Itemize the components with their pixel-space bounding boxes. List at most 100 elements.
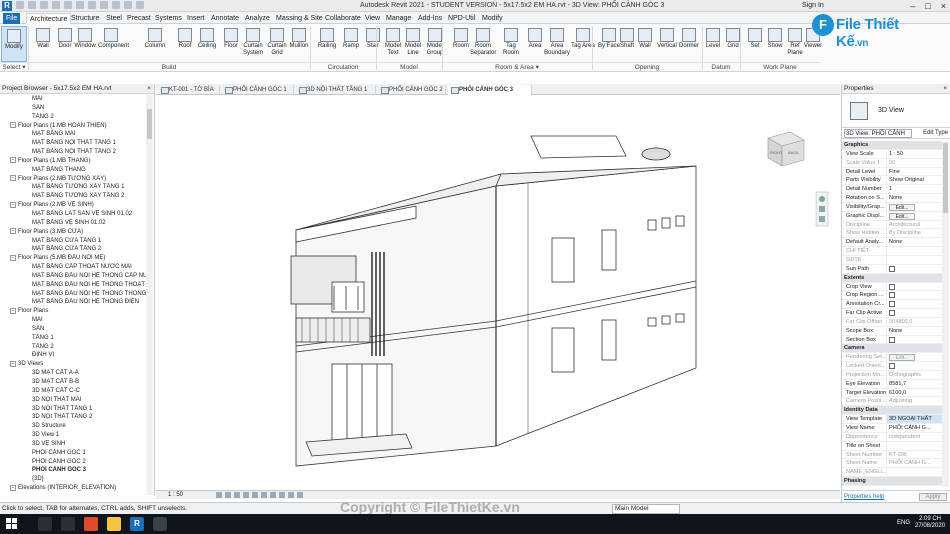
redo-icon[interactable] (52, 1, 60, 9)
property-value[interactable]: 3D NGOẠI THẤT (887, 415, 943, 423)
ribbon-tab-npd-util[interactable]: NPD-Util (445, 13, 478, 24)
open-icon[interactable] (16, 1, 24, 9)
browser-item[interactable]: MẶT BẰNG CẤP THOÁT NƯỚC MÁI (0, 263, 146, 272)
ribbon-button-column[interactable]: Column (142, 26, 168, 62)
browser-item[interactable]: ĐỊNH VỊ (0, 351, 146, 360)
language-indicator[interactable]: ENG (897, 520, 910, 526)
navigation-bar[interactable] (815, 191, 829, 227)
browser-item[interactable]: 3D NỘI THẤT TẦNG 1 (0, 405, 146, 414)
properties-scrollbar[interactable] (942, 141, 949, 487)
property-checkbox[interactable] (889, 292, 895, 299)
3d-view-icon[interactable] (100, 1, 108, 9)
browser-group[interactable]: − Floor Plans (3.MB CỬA) (0, 228, 146, 237)
close-hidden-icon[interactable] (136, 1, 144, 9)
browser-group[interactable]: − Floor Plans (1.MB HOÀN THIỆN) (0, 121, 146, 131)
active-model-select[interactable]: Main Model (612, 504, 680, 514)
property-category[interactable]: Identity Data (842, 406, 943, 416)
browser-item[interactable]: 3D Structure (0, 422, 146, 431)
ribbon-tab-precast[interactable]: Precast (124, 13, 154, 24)
apply-button[interactable]: Apply (919, 493, 947, 501)
measure-icon[interactable] (76, 1, 84, 9)
steering-wheel-icon[interactable] (819, 196, 825, 202)
revit-taskbar-icon[interactable]: R (130, 517, 144, 531)
ribbon-button-curtain-system[interactable]: Curtain System (240, 26, 266, 62)
sun-path-icon[interactable] (234, 492, 240, 498)
orbit-icon[interactable] (819, 216, 825, 222)
browser-item[interactable]: 3D MẶT CẮT B-B (0, 378, 146, 387)
ribbon-tab-collaborate[interactable]: Collaborate (322, 13, 364, 24)
property-category[interactable]: Extents (842, 273, 943, 283)
app-icon[interactable] (153, 517, 167, 531)
collapse-toggle-icon[interactable]: − (10, 157, 16, 164)
scrollbar-thumb[interactable] (943, 143, 948, 213)
property-checkbox[interactable] (889, 301, 895, 308)
show-crop-icon[interactable] (270, 492, 276, 498)
building-model[interactable]: RIGHT BACK (156, 96, 840, 490)
browser-group[interactable]: − Floor Plans (2.MB TƯỜNG XÂY) (0, 175, 146, 184)
browser-group[interactable]: − Floor Plans (5.MB ĐẤU NỐI ME) (0, 254, 146, 263)
browser-item[interactable]: 3D NỘI THẤT TẦNG 2 (0, 413, 146, 422)
close-icon[interactable]: × (943, 84, 947, 94)
detail-level-icon[interactable] (216, 492, 222, 498)
reveal-hidden-icon[interactable] (297, 492, 303, 498)
property-value[interactable]: 6100,0 (887, 389, 943, 397)
property-category[interactable]: Phasing (842, 477, 943, 486)
viewcube-face-back[interactable]: BACK (788, 150, 799, 155)
browser-item[interactable]: MẶT BẰNG ĐẤU NỐI HỆ THỐNG CẤP NƯỚC (0, 272, 146, 281)
browser-group[interactable]: −3D Views (0, 360, 146, 369)
ribbon-tab-modify[interactable]: Modify (479, 13, 506, 24)
browser-item[interactable]: PHỐI CẢNH GÓC 3 (0, 466, 146, 475)
viewcube-face-right[interactable]: RIGHT (770, 150, 783, 155)
lock-3d-icon[interactable] (279, 492, 285, 498)
view-tab[interactable]: KT-001 - TỜ BÌA (158, 85, 220, 95)
ribbon-button-tag-room[interactable]: Tag Room (498, 26, 524, 62)
browser-item[interactable]: PHỐI CẢNH GÓC 1 (0, 449, 146, 458)
ribbon-group-label[interactable]: Opening (592, 62, 702, 71)
ribbon-group-label[interactable]: Select ▾ (0, 62, 28, 71)
browser-group[interactable]: − Floor Plans (1.MB THANG) (0, 157, 146, 166)
3d-view-canvas[interactable]: RIGHT BACK (156, 96, 840, 490)
ribbon-tab-steel[interactable]: Steel (103, 13, 125, 24)
ribbon-group-label[interactable]: Model (376, 62, 442, 71)
ribbon-tab-manage[interactable]: Manage (383, 13, 414, 24)
browser-item[interactable]: MẶT BẰNG CỬA TẦNG 2 (0, 245, 146, 254)
property-value[interactable]: 1 : 50 (887, 150, 943, 158)
browser-item[interactable]: 3D VỆ SINH (0, 440, 146, 449)
revit-app-icon[interactable]: R (2, 1, 12, 11)
edit-type-button[interactable]: Edit Type (923, 128, 948, 139)
scrollbar-thumb[interactable] (147, 109, 152, 139)
ribbon-button-ceiling[interactable]: Ceiling (194, 26, 220, 62)
view-tab[interactable]: PHỐI CẢNH GÓC 1 (222, 85, 294, 95)
view-tab[interactable]: PHỐI CẢNH GÓC 2 (378, 85, 446, 95)
render-icon[interactable] (252, 492, 258, 498)
collapse-toggle-icon[interactable]: − (10, 228, 16, 235)
instance-selector[interactable]: 3D View: PHỐI CẢNH (844, 129, 912, 138)
ribbon-tab-analyze[interactable]: Analyze (242, 13, 273, 24)
property-checkbox[interactable] (889, 336, 895, 343)
property-value[interactable]: None (887, 194, 943, 202)
close-icon[interactable]: × (147, 84, 151, 94)
clock[interactable]: 2:09 CH 27/08/2020 (915, 516, 945, 530)
collapse-toggle-icon[interactable]: − (10, 121, 16, 128)
browser-item[interactable]: MẶT BẰNG ĐẤU NỐI HỆ THỐNG THOÁT N (0, 281, 146, 290)
ribbon-tab-insert[interactable]: Insert (184, 13, 208, 24)
browser-group[interactable]: − Floor Plans (2.MB VỆ SINH) (0, 201, 146, 210)
search-icon[interactable] (38, 517, 52, 531)
collapse-toggle-icon[interactable]: − (10, 175, 16, 182)
save-icon[interactable] (28, 1, 36, 9)
collapse-toggle-icon[interactable]: − (10, 201, 16, 208)
property-checkbox[interactable] (889, 265, 895, 272)
collapse-toggle-icon[interactable]: − (10, 254, 16, 261)
text-icon[interactable] (88, 1, 96, 9)
browser-item[interactable]: MẶT BẰNG MÁI (0, 130, 146, 139)
browser-item[interactable]: 3D MẶT CẮT C-C (0, 387, 146, 396)
browser-item[interactable]: SÂN (0, 325, 146, 334)
property-value[interactable]: 1 (887, 185, 943, 193)
property-category[interactable]: Graphics (842, 141, 943, 150)
browser-item[interactable]: MẶT BẰNG NỘI THẤT TẦNG 1 (0, 139, 146, 148)
collapse-toggle-icon[interactable]: − (10, 307, 16, 314)
print-icon[interactable] (64, 1, 72, 9)
undo-icon[interactable] (40, 1, 48, 9)
ribbon-tab-file[interactable]: File (3, 13, 21, 24)
ribbon-group-label[interactable]: Circulation (310, 62, 376, 71)
